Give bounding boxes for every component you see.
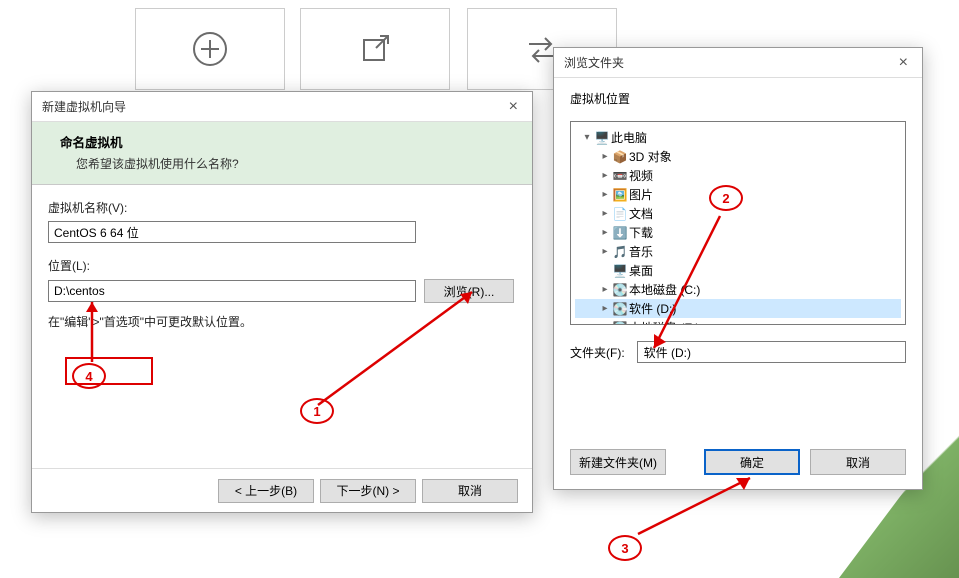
annotation-3: 3 <box>608 535 642 561</box>
folder-icon: 💽 <box>611 302 629 316</box>
folder-icon: ⬇️ <box>611 226 629 240</box>
toolbar-new-button[interactable] <box>135 8 285 90</box>
tree-toggle-icon[interactable]: ▸ <box>599 208 611 219</box>
folder-icon: 📄 <box>611 207 629 221</box>
tree-label: 音乐 <box>629 243 653 260</box>
cancel-button[interactable]: 取消 <box>810 449 906 475</box>
toolbar-open-button[interactable] <box>300 8 450 90</box>
folder-icon: 🎵 <box>611 245 629 259</box>
tree-label: 文档 <box>629 205 653 222</box>
tree-row[interactable]: ▸💽本地磁盘 (E:) <box>575 318 901 325</box>
wizard-hint: 在"编辑">"首选项"中可更改默认位置。 <box>48 313 516 330</box>
tree-toggle-icon[interactable]: ▸ <box>599 246 611 257</box>
tree-row[interactable]: ▸⬇️下载 <box>575 223 901 242</box>
tree-toggle-icon[interactable]: ▸ <box>599 303 611 314</box>
tree-label: 下载 <box>629 224 653 241</box>
tree-row[interactable]: ▾🖥️此电脑 <box>575 128 901 147</box>
tree-toggle-icon[interactable]: ▸ <box>599 189 611 200</box>
folder-icon: 💽 <box>611 321 629 326</box>
wizard-title: 新建虚拟机向导 <box>42 92 126 122</box>
folder-tree[interactable]: ▾🖥️此电脑▸📦3D 对象▸📼视频▸🖼️图片▸📄文档▸⬇️下载▸🎵音乐🖥️桌面▸… <box>570 121 906 325</box>
browse-button[interactable]: 浏览(R)... <box>424 279 514 303</box>
next-button[interactable]: 下一步(N) > <box>320 479 416 503</box>
browse-title: 浏览文件夹 <box>564 48 624 78</box>
wizard-banner: 命名虚拟机 您希望该虚拟机使用什么名称? <box>32 122 532 185</box>
wizard-dialog: 新建虚拟机向导 × 命名虚拟机 您希望该虚拟机使用什么名称? 虚拟机名称(V):… <box>31 91 533 513</box>
tree-toggle-icon[interactable]: ▸ <box>599 322 611 325</box>
browse-dialog: 浏览文件夹 × 虚拟机位置 ▾🖥️此电脑▸📦3D 对象▸📼视频▸🖼️图片▸📄文档… <box>553 47 923 490</box>
tree-row[interactable]: ▸💽软件 (D:) <box>575 299 901 318</box>
tree-label: 3D 对象 <box>629 148 672 165</box>
tree-toggle-icon[interactable]: ▸ <box>599 227 611 238</box>
tree-label: 本地磁盘 (C:) <box>629 281 700 298</box>
folder-icon: 💽 <box>611 283 629 297</box>
tree-row[interactable]: 🖥️桌面 <box>575 261 901 280</box>
vm-name-label: 虚拟机名称(V): <box>48 199 516 216</box>
cancel-button[interactable]: 取消 <box>422 479 518 503</box>
wizard-banner-sub: 您希望该虚拟机使用什么名称? <box>60 155 516 172</box>
tree-toggle-icon[interactable]: ▾ <box>581 132 593 143</box>
tree-label: 此电脑 <box>611 129 647 146</box>
tree-toggle-icon[interactable]: ▸ <box>599 170 611 181</box>
tree-row[interactable]: ▸💽本地磁盘 (C:) <box>575 280 901 299</box>
folder-field-input[interactable] <box>637 341 906 363</box>
folder-field-label: 文件夹(F): <box>570 344 625 361</box>
tree-row[interactable]: ▸📼视频 <box>575 166 901 185</box>
wizard-footer: < 上一步(B) 下一步(N) > 取消 <box>32 468 532 512</box>
wizard-titlebar: 新建虚拟机向导 × <box>32 92 532 122</box>
back-button[interactable]: < 上一步(B) <box>218 479 314 503</box>
tree-row[interactable]: ▸🎵音乐 <box>575 242 901 261</box>
tree-label: 图片 <box>629 186 653 203</box>
wizard-banner-title: 命名虚拟机 <box>60 132 516 151</box>
tree-toggle-icon[interactable]: ▸ <box>599 151 611 162</box>
folder-icon: 🖥️ <box>611 264 629 278</box>
browse-titlebar: 浏览文件夹 × <box>554 48 922 78</box>
tree-label: 视频 <box>629 167 653 184</box>
vm-location-input[interactable] <box>48 280 416 302</box>
tree-label: 桌面 <box>629 262 653 279</box>
tree-row[interactable]: ▸📦3D 对象 <box>575 147 901 166</box>
browse-caption: 虚拟机位置 <box>570 90 906 107</box>
tree-label: 本地磁盘 (E:) <box>629 319 700 325</box>
vm-location-label: 位置(L): <box>48 257 516 274</box>
annotation-highlight <box>65 357 153 385</box>
close-icon[interactable]: × <box>895 48 912 78</box>
vm-name-input[interactable] <box>48 221 416 243</box>
folder-icon: 📦 <box>611 150 629 164</box>
new-folder-button[interactable]: 新建文件夹(M) <box>570 449 666 475</box>
tree-row[interactable]: ▸🖼️图片 <box>575 185 901 204</box>
close-icon[interactable]: × <box>505 92 522 122</box>
ok-button[interactable]: 确定 <box>704 449 800 475</box>
folder-icon: 🖥️ <box>593 131 611 145</box>
folder-icon: 📼 <box>611 169 629 183</box>
tree-row[interactable]: ▸📄文档 <box>575 204 901 223</box>
folder-icon: 🖼️ <box>611 188 629 202</box>
tree-toggle-icon[interactable]: ▸ <box>599 284 611 295</box>
tree-label: 软件 (D:) <box>629 300 676 317</box>
